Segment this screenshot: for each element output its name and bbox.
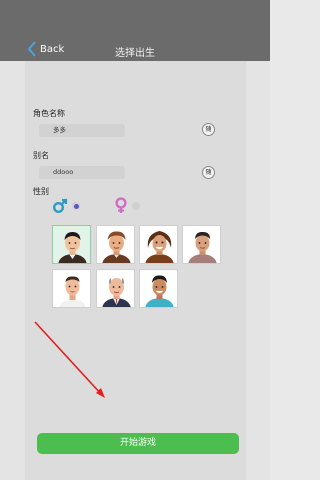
avatar-7[interactable] bbox=[139, 269, 178, 308]
avatar-7-portrait bbox=[145, 275, 174, 307]
gender-male-option[interactable] bbox=[52, 198, 80, 214]
avatar-2[interactable] bbox=[96, 225, 135, 264]
alias-input[interactable]: ddooo bbox=[39, 166, 125, 179]
avatar-1[interactable] bbox=[52, 225, 91, 264]
avatar-5-portrait bbox=[59, 276, 86, 307]
role-name-label: 角色名称 bbox=[33, 109, 65, 118]
avatar-3-portrait bbox=[145, 231, 174, 263]
gender-label: 性别 bbox=[33, 187, 49, 196]
top-bar: Back 选择出生 bbox=[0, 0, 270, 61]
gender-female-radio[interactable] bbox=[132, 201, 140, 210]
screen: Back 选择出生 角色名称 多多 随 别名 ddooo 随 性别 开始游戏 bbox=[0, 0, 270, 480]
alias-label: 别名 bbox=[33, 151, 49, 160]
right-margin bbox=[246, 61, 270, 480]
avatar-5[interactable] bbox=[52, 269, 91, 308]
avatar-6-portrait bbox=[102, 278, 131, 307]
avatar-6[interactable] bbox=[96, 269, 135, 308]
start-game-button[interactable]: 开始游戏 bbox=[37, 433, 239, 454]
role-name-input[interactable]: 多多 bbox=[39, 124, 125, 137]
random-name-button[interactable]: 随 bbox=[202, 123, 215, 136]
avatar-3[interactable] bbox=[139, 225, 178, 264]
avatar-1-portrait bbox=[58, 232, 87, 263]
avatar-4-portrait bbox=[188, 231, 217, 263]
gender-female-option[interactable] bbox=[114, 197, 140, 214]
male-symbol-icon bbox=[52, 198, 68, 214]
avatar-4[interactable] bbox=[182, 225, 221, 264]
gender-male-radio[interactable] bbox=[72, 202, 80, 210]
female-symbol-icon bbox=[115, 197, 127, 213]
page-title: 选择出生 bbox=[115, 48, 155, 59]
random-alias-button[interactable]: 随 bbox=[202, 166, 215, 179]
avatar-2-portrait bbox=[102, 231, 131, 263]
left-margin bbox=[0, 61, 25, 480]
